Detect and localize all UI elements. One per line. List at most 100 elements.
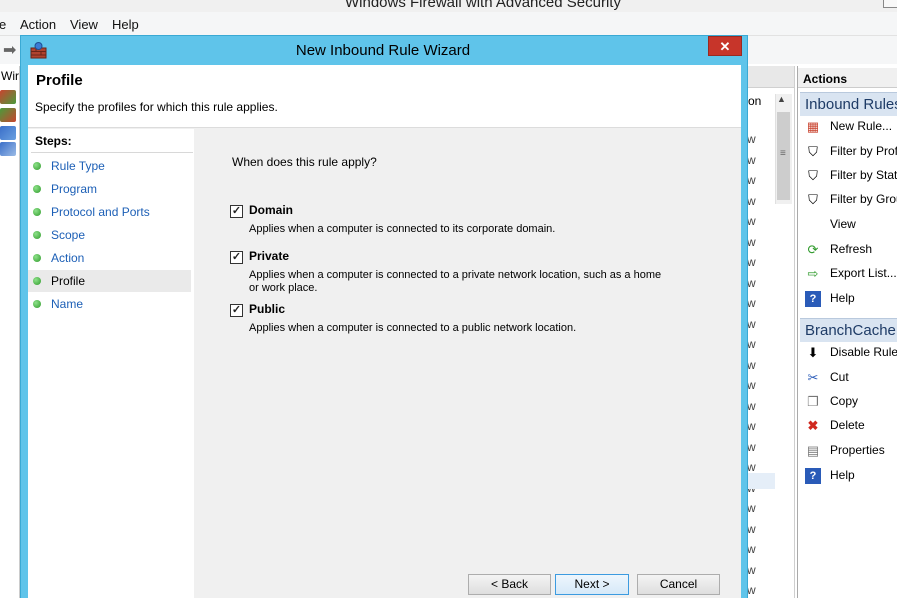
action-label: Export List... [830,266,897,280]
filter-icon: ⛉ [808,168,818,183]
action-refresh[interactable]: ⟳ Refresh [800,239,897,261]
step-name[interactable]: Name [28,293,191,315]
menu-action[interactable]: Action [20,17,56,32]
action-new-rule[interactable]: ▦ New Rule... [800,116,897,138]
action-filter-by-group[interactable]: ⛉ Filter by Group [800,189,897,211]
cancel-button[interactable]: Cancel [637,574,720,595]
scroll-up-icon[interactable]: ▲ [777,94,786,104]
tree-root-label[interactable]: Wir [1,69,19,83]
menu-help[interactable]: Help [112,17,139,32]
back-button[interactable]: < Back [468,574,551,595]
list-row-fragment[interactable]: w [747,194,756,208]
action-label: Disable Rule [830,345,897,359]
step-protocol-and-ports[interactable]: Protocol and Ports [28,201,191,223]
action-help-rule[interactable]: ? Help [800,465,897,487]
filter-icon: ⛉ [808,144,818,159]
domain-checkbox[interactable]: ✓ [230,205,243,218]
domain-label[interactable]: Domain [249,203,293,217]
step-status-icon [33,300,41,308]
action-label: Filter by Profile [830,144,897,158]
action-filter-by-profile[interactable]: ⛉ Filter by Profile [800,141,897,163]
list-header-bar [747,66,794,88]
list-row-fragment[interactable]: w [747,296,756,310]
action-copy[interactable]: ❐ Copy [800,391,897,413]
list-row-fragment[interactable]: w [747,501,756,515]
steps-divider [31,152,193,153]
list-row-fragment[interactable]: w [747,317,756,331]
step-action[interactable]: Action [28,247,191,269]
forward-arrow-icon[interactable]: ➡ [3,40,16,60]
list-row-fragment[interactable]: w [747,214,756,228]
step-program[interactable]: Program [28,178,191,200]
list-row-fragment[interactable]: w [747,235,756,249]
step-label: Profile [51,274,86,288]
steps-title: Steps: [35,134,72,148]
inbound-rules-icon[interactable] [0,90,16,104]
list-row-fragment[interactable]: w [747,542,756,556]
step-profile[interactable]: Profile [28,270,191,292]
connection-security-icon[interactable] [0,126,16,140]
step-label: Program [51,182,98,196]
actions-section-label: BranchCache Content Retrieval [805,322,897,339]
refresh-icon: ⟳ [807,242,819,257]
background-menu-bar: e Action View Help [0,12,897,36]
action-filter-by-state[interactable]: ⛉ Filter by State [800,165,897,187]
list-row-fragment[interactable]: w [747,358,756,372]
dialog-title-bar[interactable]: New Inbound Rule Wizard ✕ [21,36,749,65]
action-cut[interactable]: ✂ Cut [800,367,897,389]
actions-section-rule[interactable]: BranchCache Content Retrieval [800,318,897,342]
export-icon: ⇨ [807,266,819,281]
filter-icon: ⛉ [808,192,818,207]
list-row-fragment[interactable]: w [747,132,756,146]
list-row-fragment[interactable]: w [747,378,756,392]
wizard-header: Profile Specify the profiles for which t… [28,65,741,128]
action-view[interactable]: View [800,214,897,236]
menu-file[interactable]: e [0,17,6,32]
public-label[interactable]: Public [249,302,285,316]
action-properties[interactable]: ▤ Properties [800,440,897,462]
step-status-icon [33,208,41,216]
actions-section-inbound-rules[interactable]: Inbound Rules [800,92,897,116]
private-label[interactable]: Private [249,249,289,263]
list-row-fragment[interactable]: w [747,173,756,187]
monitoring-icon[interactable] [0,142,16,156]
action-label: New Rule... [830,119,893,133]
close-button[interactable]: ✕ [708,36,742,56]
list-row-fragment[interactable]: w [747,255,756,269]
action-export-list[interactable]: ⇨ Export List... [800,263,897,285]
list-row-fragment[interactable]: w [747,337,756,351]
view-icon [805,217,821,233]
list-row-fragment[interactable]: w [747,460,756,474]
next-button[interactable]: Next > [555,574,629,595]
list-column-header[interactable]: on [748,94,761,108]
profile-question: When does this rule apply? [232,155,377,169]
copy-icon: ❐ [807,394,819,409]
list-row-fragment[interactable]: w [747,522,756,536]
list-row-fragment[interactable]: w [747,153,756,167]
public-checkbox[interactable]: ✓ [230,304,243,317]
list-row-fragment[interactable]: w [747,583,756,597]
action-delete[interactable]: ✖ Delete [800,415,897,437]
list-row-fragment[interactable]: w [747,563,756,577]
background-window-control[interactable] [883,0,897,8]
selected-list-row[interactable] [747,473,775,489]
list-row-fragment[interactable]: w [747,276,756,290]
step-status-icon [33,162,41,170]
delete-icon: ✖ [807,418,819,433]
list-row-fragment[interactable]: w [747,440,756,454]
step-status-icon [33,231,41,239]
step-label: Scope [51,228,86,242]
list-row-fragment[interactable]: w [747,419,756,433]
list-row-fragment[interactable]: w [747,399,756,413]
action-label: Properties [830,443,885,457]
action-label: Help [830,468,855,482]
outbound-rules-icon[interactable] [0,108,16,122]
action-disable-rule[interactable]: ⬇ Disable Rule [800,342,897,364]
action-help[interactable]: ? Help [800,288,897,310]
actions-section-label: Inbound Rules [805,96,897,113]
menu-view[interactable]: View [70,17,98,32]
step-scope[interactable]: Scope [28,224,191,246]
private-checkbox[interactable]: ✓ [230,251,243,264]
step-rule-type[interactable]: Rule Type [28,155,191,177]
step-status-icon [33,277,41,285]
